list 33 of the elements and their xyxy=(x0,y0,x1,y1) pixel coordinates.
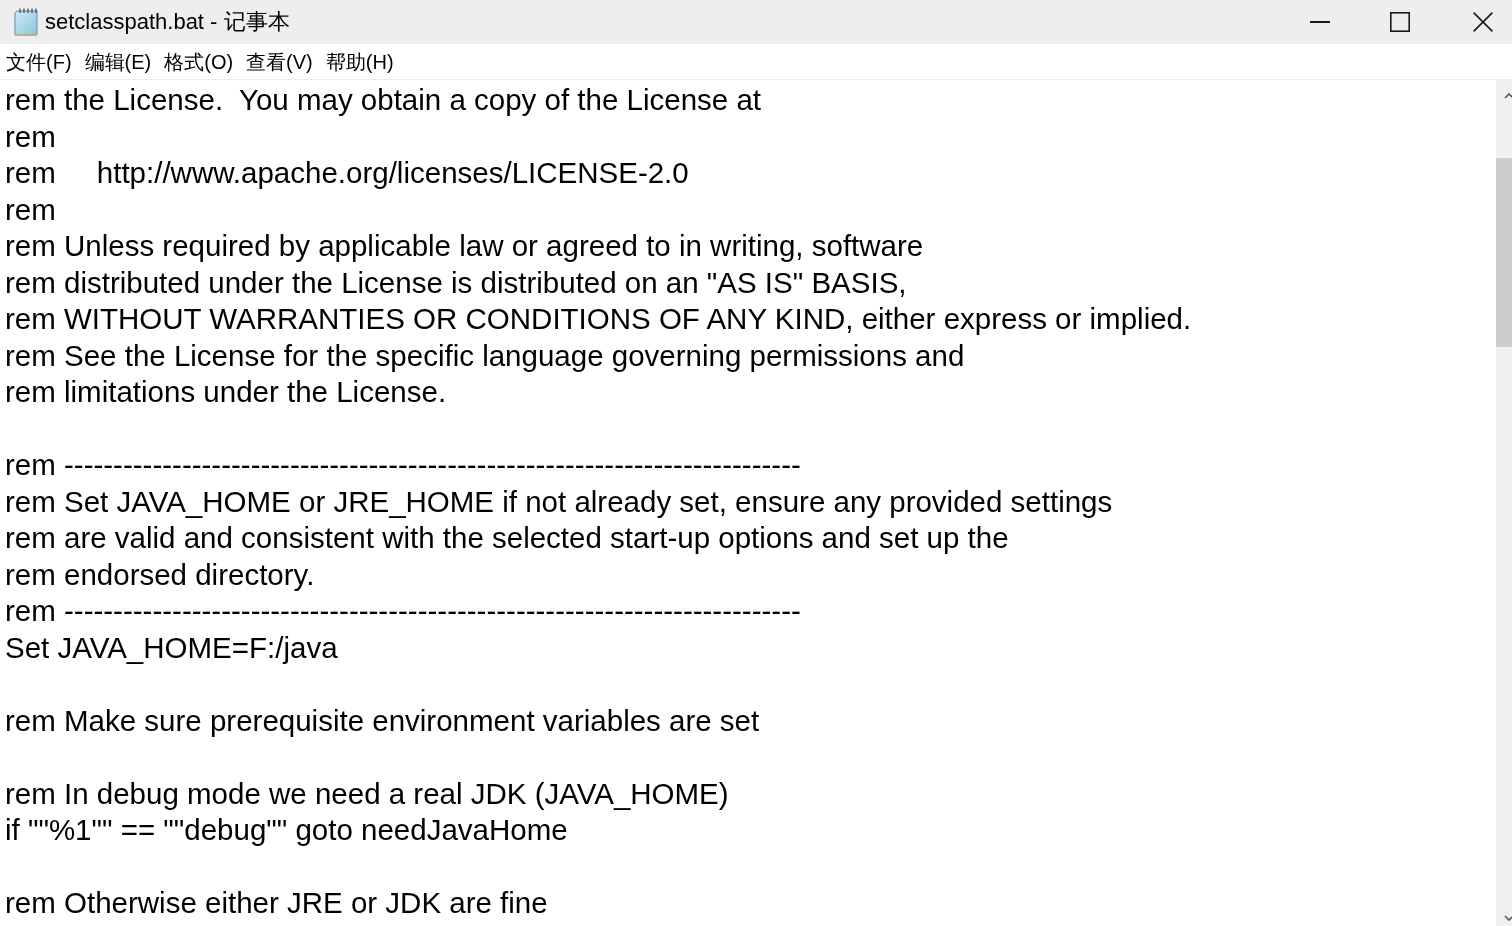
text-line: rem --------------------------------------------------------------------------- xyxy=(5,593,801,629)
window-title: setclasspath.bat - 记事本 xyxy=(45,9,290,35)
scroll-up-icon[interactable] xyxy=(1504,93,1512,99)
scroll-thumb[interactable] xyxy=(1496,158,1512,347)
text-line: rem In debug mode we need a real JDK (JAVA_HOME) xyxy=(5,775,729,812)
minimize-icon xyxy=(1310,21,1330,23)
text-line: rem are valid and consistent with the selected start-up options and set up the xyxy=(5,520,1009,556)
text-line: if ""%1"" == ""debug"" goto needJavaHome xyxy=(5,812,568,848)
text-line: rem the License. You may obtain a copy of the License at xyxy=(5,82,761,118)
text-line: rem Make sure prerequisite environment variables are set xyxy=(5,702,760,739)
text-line: rem xyxy=(5,191,56,228)
text-line: rem http://www.apache.org/licenses/LICENSE-2.0 xyxy=(5,155,689,191)
menu-item[interactable]: 帮助(H) xyxy=(319,46,400,77)
scroll-down-icon[interactable] xyxy=(1504,915,1512,921)
text-line: rem limitations under the License. xyxy=(5,374,447,410)
menu-item[interactable]: 查看(V) xyxy=(240,46,319,77)
menu-item[interactable]: 文件(F) xyxy=(0,46,78,77)
menu-item[interactable]: 编辑(E) xyxy=(78,46,158,77)
text-line: rem Unless required by applicable law or agreed to in writing, software xyxy=(5,228,924,264)
close-icon xyxy=(1473,12,1493,32)
text-line: rem xyxy=(5,118,56,155)
text-line: rem Set JAVA_HOME or JRE_HOME if not already set, ensure any provided settings xyxy=(5,483,1113,520)
notepad-icon xyxy=(12,7,40,37)
text-line: rem WITHOUT WARRANTIES OR CONDITIONS OF ANY KIND, either express or implied. xyxy=(5,301,1192,337)
text-line: rem See the License for the specific language governing permissions and xyxy=(5,337,965,374)
vertical-scrollbar[interactable] xyxy=(1496,80,1512,926)
maximize-icon xyxy=(1390,12,1410,32)
text-line: rem --------------------------------------------------------------------------- xyxy=(5,447,801,483)
menu-item[interactable]: 格式(O) xyxy=(158,46,240,77)
text-line: rem distributed under the License is distributed on an "AS IS" BASIS, xyxy=(5,264,907,301)
text-line: Set JAVA_HOME=F:/java xyxy=(5,629,338,666)
text-line: rem Otherwise either JRE or JDK are fine xyxy=(5,885,548,921)
text-line: rem endorsed directory. xyxy=(5,556,315,593)
